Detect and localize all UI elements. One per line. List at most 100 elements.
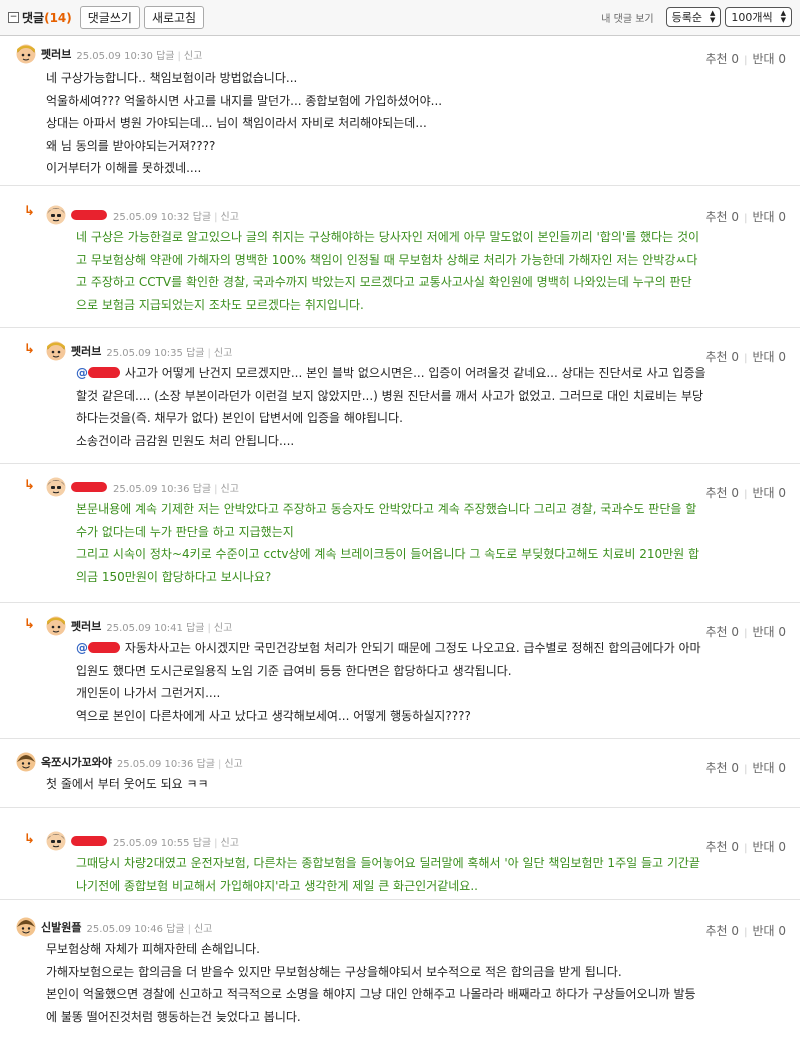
comment-body: @ 사고가 어떻게 난건지 모르겠지만... 본인 블박 없으시면은... 입증… xyxy=(24,362,800,452)
comment-header: 펫러브 25.05.09 10:30 답글 | 신고 추천 0 | 반대 0 xyxy=(0,36,800,66)
comment-body: 무보험상해 자체가 피해자한테 손해입니다. 가해자보험으로는 합의금을 더 받… xyxy=(0,938,800,1028)
comment-author[interactable]: 신발원플 xyxy=(41,919,81,935)
avatar xyxy=(46,205,66,225)
redacted-nickname xyxy=(71,210,107,220)
comment-header: 신발원플 25.05.09 10:46 답글 | 신고 추천 0 | 반대 0 xyxy=(0,900,800,938)
reply-arrow-icon: ↳ xyxy=(24,617,35,632)
reply-arrow-icon: ↳ xyxy=(24,478,35,493)
reply-link[interactable]: 답글 xyxy=(166,924,184,935)
mention-tag[interactable]: @ xyxy=(76,366,121,380)
comment-header: 25.05.09 10:55 답글 | 신고 추천 0 | 반대 0 xyxy=(24,808,800,854)
downvote-button[interactable]: 반대 0 xyxy=(752,210,786,224)
comment-item: 펫러브 25.05.09 10:30 답글 | 신고 추천 0 | 반대 0 네 구상가… xyxy=(0,36,800,186)
downvote-button[interactable]: 반대 0 xyxy=(752,625,786,639)
upvote-button[interactable]: 추천 0 xyxy=(706,625,740,639)
downvote-button[interactable]: 반대 0 xyxy=(752,761,786,775)
downvote-button[interactable]: 반대 0 xyxy=(752,486,786,500)
reply-link[interactable]: 답글 xyxy=(156,51,174,62)
avatar xyxy=(16,752,36,772)
upvote-button[interactable]: 추천 0 xyxy=(706,761,740,775)
report-link[interactable]: 신고 xyxy=(221,212,239,223)
comment-line: 에 불똥 떨어진것처럼 행동하는건 늦었다고 봅니다. xyxy=(46,1009,301,1024)
per-page-select[interactable]: 100개씩 ▲ ▼ xyxy=(725,7,792,27)
comment-line: @ 사고가 어떻게 난건지 모르겠지만... 본인 블박 없으시면은... 입증… xyxy=(76,366,706,380)
upvote-button[interactable]: 추천 0 xyxy=(706,52,740,66)
comment-line: 첫 줄에서 부터 웃어도 되요 ㅋㅋ xyxy=(46,777,209,791)
write-comment-button[interactable]: 댓글쓰기 xyxy=(79,6,140,29)
comment-line: 하다는것을(즉. 채무가 없다) 본인이 답변서에 입증을 해야됩니다. xyxy=(76,411,403,425)
reply-link[interactable]: 답글 xyxy=(186,348,204,359)
comment-time: 25.05.09 10:32 xyxy=(113,211,190,223)
report-link[interactable]: 신고 xyxy=(221,838,239,849)
comment-line: 고 주장하고 CCTV를 확인한 경찰, 국과수까지 박았는지 모르겠다고 교통… xyxy=(76,275,692,289)
avatar xyxy=(46,616,66,636)
comment-line: 으로 보험금 지급되었는지 조차도 모르겠다는 취지입니다. xyxy=(76,297,364,312)
avatar xyxy=(46,831,66,851)
comment-author[interactable]: 펫러브 xyxy=(71,343,101,359)
comment-line: 개인돈이 나가서 그런거지.... xyxy=(76,686,221,700)
comment-time: 25.05.09 10:30 xyxy=(76,50,153,62)
upvote-button[interactable]: 추천 0 xyxy=(706,350,740,364)
comment-time: 25.05.09 10:35 xyxy=(106,347,183,359)
reply-link[interactable]: 답글 xyxy=(193,838,211,849)
comment-line: 소송건이라 금감원 민원도 처리 안됩니다.... xyxy=(76,433,295,448)
comment-line: 나기전에 종합보험 비교해서 가입해야지'라고 생각한게 제일 큰 화근인거같네… xyxy=(76,878,478,893)
reply-link[interactable]: 답글 xyxy=(197,759,215,770)
comment-time: 25.05.09 10:46 xyxy=(86,923,164,935)
refresh-button[interactable]: 새로고침 xyxy=(143,6,205,29)
comment-header: 펫러브 25.05.09 10:41 답글 | 신고 추천 0 | 반대 0 xyxy=(24,603,800,639)
upvote-button[interactable]: 추천 0 xyxy=(706,210,740,224)
comment-meta: 25.05.09 10:30 답글 | 신고 xyxy=(76,50,203,62)
reply-link[interactable]: 답글 xyxy=(186,623,204,634)
comment-body: 본문내용에 계속 기제한 저는 안박았다고 주장하고 동승자도 안박았다고 계속… xyxy=(24,498,800,588)
comment-meta: 25.05.09 10:55 답글 | 신고 xyxy=(113,837,239,849)
comment-author[interactable]: 펫러브 xyxy=(41,46,71,62)
comment-header: 25.05.09 10:32 답글 | 신고 추천 0 | 반대 0 xyxy=(24,186,800,226)
comment-line: 할것 같은데.... (소장 부본이라던가 이런걸 보지 않았지만...) 병원… xyxy=(76,388,704,403)
comment-meta: 25.05.09 10:46 답글 | 신고 xyxy=(86,923,213,935)
comment-meta: 25.05.09 10:35 답글 | 신고 xyxy=(106,347,233,359)
comment-body: @ 자동차사고는 아시겠지만 국민건강보험 처리가 안되기 때문에 그정도 나오… xyxy=(24,637,800,727)
comment-line: 무보험상해 자체가 피해자한테 손해입니다. xyxy=(46,942,260,956)
comment-header: 옥쪼시가꼬와야 25.05.09 10:36 답글 | 신고 추천 0 | 반대 0 xyxy=(0,739,800,775)
comment-body: 네 구상은 가능한걸로 알고있으나 글의 취지는 구상해야하는 당사자인 저에게… xyxy=(24,226,800,316)
comment-time: 25.05.09 10:41 xyxy=(106,622,183,634)
reply-link[interactable]: 답글 xyxy=(193,212,211,223)
report-link[interactable]: 신고 xyxy=(224,759,242,770)
comment-meta: 25.05.09 10:36 답글 | 신고 xyxy=(116,758,243,770)
sort-select[interactable]: 등록순 ▲ ▼ xyxy=(665,7,722,27)
upvote-button[interactable]: 추천 0 xyxy=(706,840,740,854)
my-comments-link[interactable]: 내 댓글 보기 xyxy=(601,10,653,25)
comment-toolbar: − 댓글(14) 댓글쓰기 새로고침 내 댓글 보기 등록순 ▲ ▼ 100개씩 ▲ ▼ xyxy=(0,0,800,36)
comment-line: @ 자동차사고는 아시겠지만 국민건강보험 처리가 안되기 때문에 그정도 나오… xyxy=(76,641,701,655)
upvote-button[interactable]: 추천 0 xyxy=(706,924,740,938)
downvote-button[interactable]: 반대 0 xyxy=(752,350,786,364)
vote-area: 추천 0 | 반대 0 xyxy=(705,486,787,500)
vote-area: 추천 0 | 반대 0 xyxy=(705,210,787,224)
comment-line: 고 무보험상해 약관에 가해자의 명백한 100% 책임이 인정될 때 무보험차… xyxy=(76,252,698,267)
report-link[interactable]: 신고 xyxy=(214,348,232,359)
reply-item: ↳ 25.05.09 10:55 답글 | 신고 추천 0 | 반대 0 그때당시 차량… xyxy=(0,808,800,900)
upvote-button[interactable]: 추천 0 xyxy=(706,486,740,500)
comment-line: 역으로 본인이 다른차에게 사고 났다고 생각해보세여... 어떻게 행동하실지… xyxy=(76,708,471,723)
comment-line: 이거부터가 이해를 못하겠네.... xyxy=(46,161,202,175)
reply-link[interactable]: 답글 xyxy=(193,484,211,495)
mention-tag[interactable]: @ xyxy=(76,641,121,655)
downvote-button[interactable]: 반대 0 xyxy=(752,924,786,938)
comment-line: 본인이 억울했으면 경찰에 신고하고 적극적으로 소명을 해야지 그냥 대인 안… xyxy=(46,987,696,1001)
vote-area: 추천 0 | 반대 0 xyxy=(705,625,787,639)
comment-author[interactable]: 옥쪼시가꼬와야 xyxy=(41,754,112,770)
report-link[interactable]: 신고 xyxy=(194,924,212,935)
comment-time: 25.05.09 10:36 xyxy=(113,483,190,495)
comment-author[interactable]: 펫러브 xyxy=(71,618,101,634)
collapse-icon[interactable]: − xyxy=(8,12,19,23)
downvote-button[interactable]: 반대 0 xyxy=(752,840,786,854)
avatar xyxy=(46,341,66,361)
report-link[interactable]: 신고 xyxy=(221,484,239,495)
reply-item: ↳ 25.05.09 10:36 답글 | 신고 추천 0 | 반대 0 본문내용에 계… xyxy=(0,464,800,603)
comment-time: 25.05.09 10:55 xyxy=(113,837,190,849)
downvote-button[interactable]: 반대 0 xyxy=(752,52,786,66)
comment-meta: 25.05.09 10:41 답글 | 신고 xyxy=(106,622,233,634)
report-link[interactable]: 신고 xyxy=(184,51,202,62)
report-link[interactable]: 신고 xyxy=(214,623,232,634)
